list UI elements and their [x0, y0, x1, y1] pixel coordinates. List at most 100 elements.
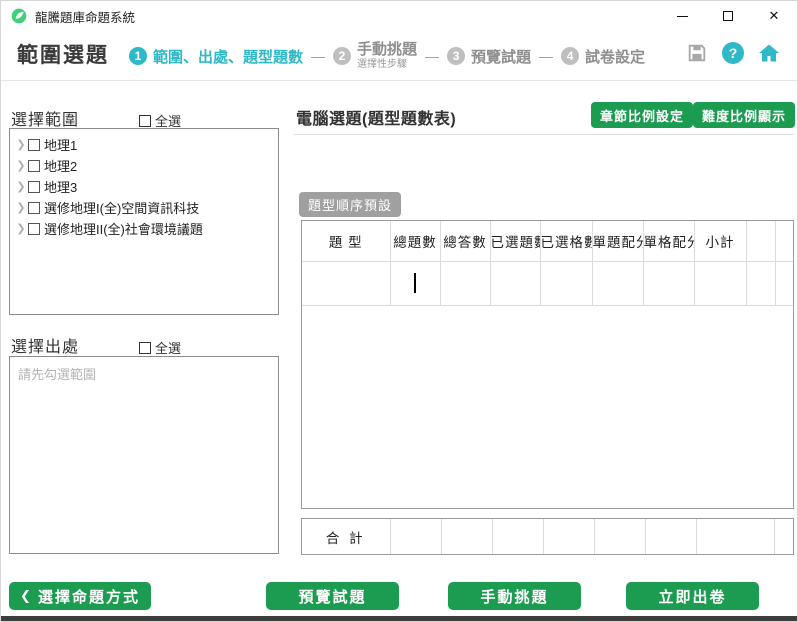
- totals-table: 合 計: [301, 518, 794, 555]
- step-4-label: 試卷設定: [585, 48, 646, 66]
- computer-pick-title: 電腦選題(題型題數表): [296, 111, 457, 128]
- tree-item-checkbox[interactable]: [28, 159, 40, 172]
- tree-item-checkbox[interactable]: [28, 180, 40, 193]
- generate-paper-button[interactable]: 立即出卷: [626, 582, 759, 610]
- step-3-preview[interactable]: 3 預覽試題: [447, 46, 531, 67]
- totals-row: 合 計: [302, 519, 793, 554]
- panel-divider: [294, 134, 794, 135]
- total-cell: [542, 519, 595, 554]
- range-tree-panel: 地理1 地理2 地理3 選修地理I(全)空間資訊科技 選修地理II(全)社會環境: [9, 128, 279, 315]
- expand-chevron-icon[interactable]: [14, 138, 28, 151]
- source-placeholder: 請先勾選範圍: [18, 367, 97, 382]
- tree-item-geo1[interactable]: 地理1: [14, 134, 274, 155]
- minimize-button[interactable]: [659, 1, 705, 31]
- tree-item-geo3[interactable]: 地理3: [14, 176, 274, 197]
- maximize-button[interactable]: [705, 1, 751, 31]
- wizard-header: 範圍選題 1 範圍、出處、題型題數 2 手動挑題 選擇性步驟 3 預覽試題 4: [1, 31, 797, 81]
- step-3-circle: 3: [447, 47, 466, 65]
- cell-empty: [745, 260, 776, 306]
- cell-subtotal[interactable]: [693, 260, 747, 306]
- question-type-table: 題 型 總題數 總答數 已選題數 已選格數 單題配分 單格配分 小計: [301, 220, 794, 509]
- col-header-empty: [745, 221, 776, 262]
- back-button-label: 選擇命題方式: [37, 588, 140, 606]
- cell-total-answers[interactable]: [439, 260, 491, 306]
- table-header-row: 題 型 總題數 總答數 已選題數 已選格數 單題配分 單格配分 小計: [302, 221, 793, 262]
- manual-pick-button[interactable]: 手動挑題: [448, 582, 581, 610]
- taskbar-edge: [1, 616, 797, 621]
- minimize-icon: [676, 15, 688, 17]
- difficulty-ratio-button[interactable]: 難度比例顯示: [693, 102, 796, 128]
- save-button[interactable]: [685, 41, 709, 65]
- step-1-circle: 1: [129, 47, 147, 65]
- preview-questions-button[interactable]: 預覽試題: [266, 582, 399, 610]
- step-4-circle: 4: [561, 47, 580, 65]
- tree-item-label: 選修地理I(全)空間資訊科技: [44, 201, 200, 216]
- wizard-steps: 1 範圍、出處、題型題數 2 手動挑題 選擇性步驟 3 預覽試題 4 試卷設定: [129, 31, 645, 81]
- total-cell: [440, 519, 493, 554]
- generate-button-label: 立即出卷: [658, 588, 727, 606]
- expand-chevron-icon[interactable]: [14, 159, 28, 172]
- step-1-label: 範圍、出處、題型題數: [153, 48, 304, 66]
- step-2-circle: 2: [333, 47, 352, 65]
- source-select-all[interactable]: 全選: [139, 338, 181, 357]
- manual-button-label: 手動挑題: [480, 588, 549, 606]
- cell-selected-blanks[interactable]: [539, 260, 593, 306]
- source-list-panel[interactable]: 請先勾選範圍: [9, 356, 279, 554]
- app-logo-leaf-icon: [11, 8, 27, 24]
- col-header-selected-questions: 已選題數: [489, 221, 541, 262]
- close-button[interactable]: [751, 1, 797, 31]
- chevron-left-icon: [20, 588, 33, 604]
- total-cell: [695, 519, 775, 554]
- tree-item-label: 地理2: [44, 159, 78, 174]
- maximize-icon: [723, 11, 733, 21]
- col-header-points-per-question: 單題配分: [591, 221, 644, 262]
- tree-item-checkbox[interactable]: [28, 222, 40, 235]
- expand-chevron-icon[interactable]: [14, 180, 28, 193]
- range-select-all-checkbox[interactable]: [139, 114, 151, 127]
- cell-total-questions-input[interactable]: [389, 260, 441, 306]
- col-header-selected-blanks: 已選格數: [539, 221, 593, 262]
- step-1-range[interactable]: 1 範圍、出處、題型題數: [129, 46, 303, 67]
- source-section-title: 選擇出處: [11, 339, 80, 356]
- total-cell: [389, 519, 442, 554]
- cell-type[interactable]: [302, 260, 391, 306]
- tree-item-checkbox[interactable]: [28, 201, 40, 214]
- col-header-total-questions: 總題數: [389, 221, 441, 262]
- tree-item-elective2[interactable]: 選修地理II(全)社會環境議題: [14, 218, 274, 239]
- source-select-all-checkbox[interactable]: [139, 341, 151, 354]
- expand-chevron-icon[interactable]: [14, 201, 28, 214]
- step-2-manual-pick[interactable]: 2 手動挑題 選擇性步驟: [333, 42, 417, 70]
- cell-empty: [774, 260, 793, 306]
- cell-points-per-blank[interactable]: [642, 260, 695, 306]
- tree-item-elective1[interactable]: 選修地理I(全)空間資訊科技: [14, 197, 274, 218]
- step-2-sublabel: 選擇性步驟: [357, 58, 408, 70]
- cell-points-per-question[interactable]: [591, 260, 644, 306]
- text-caret: [414, 273, 416, 293]
- tree-item-label: 選修地理II(全)社會環境議題: [44, 222, 203, 237]
- expand-chevron-icon[interactable]: [14, 222, 28, 235]
- totals-label: 合 計: [302, 519, 391, 554]
- save-icon: [688, 44, 706, 62]
- home-button[interactable]: [757, 41, 781, 65]
- total-cell: [593, 519, 646, 554]
- tree-item-checkbox[interactable]: [28, 138, 40, 151]
- tree-item-geo2[interactable]: 地理2: [14, 155, 274, 176]
- back-to-method-button[interactable]: 選擇命題方式: [9, 582, 151, 610]
- preview-button-label: 預覽試題: [298, 588, 367, 606]
- total-cell: [644, 519, 697, 554]
- help-button[interactable]: ?: [721, 41, 745, 65]
- step-separator: [539, 48, 553, 64]
- app-window: 龍騰題庫命題系統 範圍選題 1 範圍、出處、題型題數 2 手動挑題 選擇性步驟: [0, 0, 798, 622]
- cell-selected-questions[interactable]: [489, 260, 541, 306]
- tree-item-label: 地理3: [44, 180, 78, 195]
- step-4-paper-settings[interactable]: 4 試卷設定: [561, 46, 645, 67]
- chapter-ratio-button[interactable]: 章節比例設定: [591, 102, 694, 128]
- type-order-preset-button[interactable]: 題型順序預設: [299, 192, 402, 217]
- help-icon: ?: [722, 42, 744, 64]
- source-select-all-label: 全選: [155, 341, 182, 356]
- col-header-type: 題 型: [302, 221, 391, 262]
- window-title: 龍騰題庫命題系統: [35, 10, 136, 25]
- home-icon: [759, 44, 779, 62]
- col-header-total-answers: 總答數: [439, 221, 491, 262]
- step-2-label: 手動挑題: [357, 41, 418, 59]
